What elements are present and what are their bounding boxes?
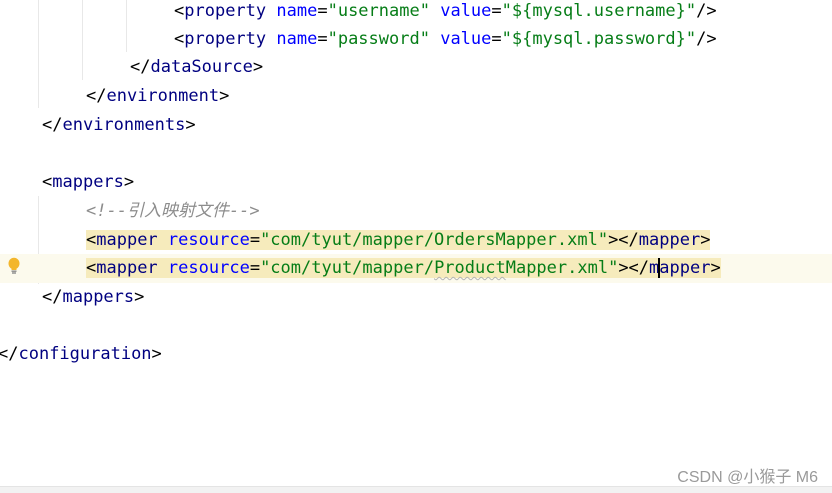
bracket: ></ <box>618 258 650 278</box>
indent-guide <box>38 0 39 108</box>
tag-name: property <box>184 29 267 49</box>
bracket: </ <box>130 57 151 77</box>
bracket: ></ <box>608 230 639 250</box>
tag-name: mappers <box>52 172 124 192</box>
code-line[interactable]: <property name="username" value="${mysql… <box>174 0 717 26</box>
attribute-value: "username" <box>327 1 430 21</box>
code-line[interactable]: <mapper resource="com/tyut/mapper/Produc… <box>86 254 721 283</box>
tag-name: property <box>184 1 267 21</box>
equals: = <box>491 29 502 49</box>
tag-name: mapper <box>96 258 158 278</box>
bracket: /> <box>696 1 717 21</box>
bracket: /> <box>696 29 717 49</box>
attribute-value: "com/tyut/mapper/ <box>260 258 435 278</box>
code-line[interactable]: </mappers> <box>42 283 144 312</box>
lightbulb-icon[interactable] <box>7 257 21 275</box>
bracket: < <box>42 172 53 192</box>
tag-name: environment <box>106 86 220 106</box>
bracket: > <box>219 86 230 106</box>
indent-guide <box>126 0 127 52</box>
equals: = <box>317 29 328 49</box>
attribute-name: value <box>440 29 492 49</box>
code-line[interactable]: <mapper resource="com/tyut/mapper/Orders… <box>86 226 711 255</box>
code-line[interactable]: <!--引入映射文件--> <box>86 197 260 226</box>
attribute-name: resource <box>167 258 250 278</box>
bracket: > <box>252 57 264 77</box>
bracket: > <box>710 258 721 278</box>
bracket: </ <box>42 115 63 135</box>
attribute-value: "${mysql.username}" <box>501 1 697 21</box>
bracket: > <box>123 172 135 192</box>
tag-match-highlight: <mapper resource="com/tyut/mapper/Orders… <box>86 230 711 250</box>
bracket: < <box>86 258 97 278</box>
attribute-value: "${mysql.password}" <box>501 29 697 49</box>
bracket: < <box>174 29 185 49</box>
code-line[interactable]: </environments> <box>42 111 196 140</box>
tag-name: environments <box>62 115 186 135</box>
spelling-squiggle: Product <box>434 258 506 278</box>
equals: = <box>249 258 261 278</box>
tag-name: mapper <box>96 230 158 250</box>
bracket: > <box>700 230 711 250</box>
attribute-value: "com/tyut/mapper/OrdersMapper.xml" <box>260 230 609 250</box>
bracket: > <box>151 344 162 364</box>
indent-guide <box>82 0 83 80</box>
xml-comment: <!--引入映射文件--> <box>86 201 260 221</box>
bracket: > <box>185 115 196 135</box>
bracket: < <box>174 1 185 21</box>
attribute-name: name <box>276 1 318 21</box>
tag-name: dataSource <box>150 57 253 77</box>
bracket: </ <box>42 287 63 307</box>
attribute-value: Mapper.xml" <box>505 258 619 278</box>
code-line[interactable]: </environment> <box>86 82 229 111</box>
attribute-name: value <box>440 1 492 21</box>
code-line[interactable]: <property name="password" value="${mysql… <box>174 25 717 54</box>
equals: = <box>491 1 502 21</box>
tag-name: apper <box>659 258 711 278</box>
watermark: CSDN @小猴子 M6 <box>677 469 818 486</box>
bracket: > <box>134 287 145 307</box>
bracket: </ <box>86 86 107 106</box>
code-line[interactable]: <mappers> <box>42 168 134 197</box>
equals: = <box>249 230 261 250</box>
code-line[interactable]: </configuration> <box>0 340 162 369</box>
attribute-name: name <box>276 29 318 49</box>
bracket: < <box>86 230 97 250</box>
code-line[interactable]: </dataSource> <box>130 53 263 82</box>
attribute-name: resource <box>167 230 250 250</box>
equals: = <box>317 1 328 21</box>
tag-name: mappers <box>62 287 135 307</box>
tag-match-highlight: <mapper resource="com/tyut/mapper/Produc… <box>86 258 721 278</box>
attribute-value: "password" <box>327 29 430 49</box>
bracket: </ <box>0 344 19 364</box>
tag-name: configuration <box>18 344 152 364</box>
code-editor[interactable]: <property name="username" value="${mysql… <box>0 0 832 493</box>
tag-name: mapper <box>638 230 701 250</box>
horizontal-scrollbar[interactable] <box>0 486 832 493</box>
